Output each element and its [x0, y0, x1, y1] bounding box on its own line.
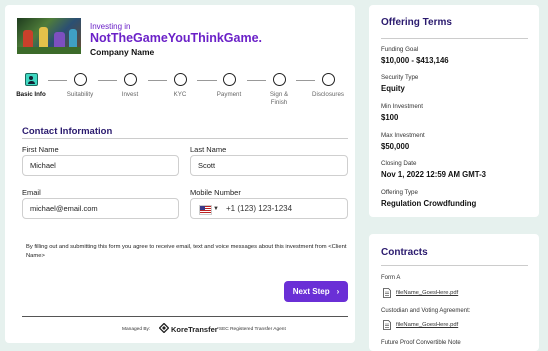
footer-divider	[22, 316, 348, 317]
step-circle-icon	[73, 73, 87, 86]
last-name-field[interactable]	[190, 155, 348, 176]
mobile-number-value: +1 (123) 123-1234	[226, 204, 293, 213]
step-label: Payment	[216, 91, 242, 98]
email-field[interactable]	[22, 198, 179, 219]
step-label: Sign & Finish	[269, 91, 289, 106]
file-icon	[383, 288, 391, 298]
step-sign-finish[interactable]: Sign & Finish	[254, 73, 304, 107]
offering-terms-card: Offering Terms Funding Goal $10,000 - $4…	[369, 5, 539, 217]
step-circle-icon	[173, 73, 187, 86]
term-value: $10,000 - $413,146	[381, 56, 449, 65]
term-key: Offering Type	[381, 189, 418, 196]
divider	[22, 138, 348, 139]
term-key: Security Type	[381, 74, 419, 81]
investing-in-label: Investing in	[90, 22, 131, 31]
us-flag-icon[interactable]	[199, 205, 212, 215]
offering-name: NotTheGameYouThinkGame.	[90, 31, 263, 45]
term-value: $50,000	[381, 142, 410, 151]
file-icon	[383, 320, 391, 330]
contracts-card: Contracts Form A fileName_GoesHere.pdf C…	[369, 234, 539, 351]
step-suitability[interactable]: Suitability	[55, 73, 105, 99]
company-name: Company Name	[90, 47, 155, 57]
step-circle-icon	[272, 73, 286, 86]
mobile-label: Mobile Number	[190, 188, 241, 197]
step-label: Suitability	[66, 91, 94, 98]
email-label: Email	[22, 188, 41, 197]
consent-disclaimer: By filling out and submitting this form …	[26, 244, 347, 259]
divider	[381, 265, 528, 266]
step-label: KYC	[173, 91, 187, 98]
step-circle-icon	[222, 73, 236, 86]
next-step-label: Next Step	[292, 287, 330, 296]
term-value: Nov 1, 2022 12:59 AM GMT-3	[381, 170, 487, 179]
last-name-label: Last Name	[190, 145, 227, 154]
chevron-right-icon: ›	[336, 287, 340, 296]
sec-note: *SEC Registered Transfer Agent	[217, 327, 286, 332]
section-title: Contact Information	[22, 126, 113, 137]
first-name-field[interactable]	[22, 155, 179, 176]
contract-file-link[interactable]: fileName_GoesHere.pdf	[396, 322, 458, 328]
term-value: $100	[381, 113, 399, 122]
term-value: Equity	[381, 84, 405, 93]
step-label: Disclosures	[312, 91, 344, 98]
first-name-label: First Name	[22, 145, 59, 154]
contract-label: Future Proof Convertible Note	[381, 340, 461, 346]
managed-by-label: Managed By:	[122, 327, 151, 332]
term-key: Max Investment	[381, 132, 425, 139]
step-label: Invest	[121, 91, 139, 98]
step-circle-icon	[321, 73, 335, 86]
contract-file-link[interactable]: fileName_GoesHere.pdf	[396, 290, 458, 296]
step-payment[interactable]: Payment	[204, 73, 254, 99]
step-kyc[interactable]: KYC	[155, 73, 205, 99]
game-logo-image	[17, 18, 81, 54]
chevron-down-icon[interactable]: ▼	[213, 206, 219, 212]
next-step-button[interactable]: Next Step ›	[284, 281, 348, 302]
koretransfer-logo-icon	[159, 323, 169, 333]
koretransfer-brand: KoreTransfer	[171, 325, 218, 334]
term-key: Min Investment	[381, 103, 423, 110]
main-card: Investing in NotTheGameYouThinkGame. Com…	[5, 5, 355, 343]
term-key: Closing Date	[381, 160, 417, 167]
term-value: Regulation Crowdfunding	[381, 199, 477, 208]
contracts-title: Contracts	[381, 247, 428, 258]
user-icon	[24, 73, 38, 86]
contract-label: Form A	[381, 275, 401, 281]
step-invest[interactable]: Invest	[105, 73, 155, 99]
step-basic-info[interactable]: Basic Info	[6, 73, 56, 99]
contract-label: Custodian and Voting Agreement:	[381, 308, 471, 314]
divider	[381, 38, 528, 39]
step-circle-icon	[123, 73, 137, 86]
term-key: Funding Goal	[381, 46, 419, 53]
step-disclosures[interactable]: Disclosures	[303, 73, 353, 99]
step-label: Basic Info	[16, 91, 46, 98]
offering-terms-title: Offering Terms	[381, 17, 452, 28]
